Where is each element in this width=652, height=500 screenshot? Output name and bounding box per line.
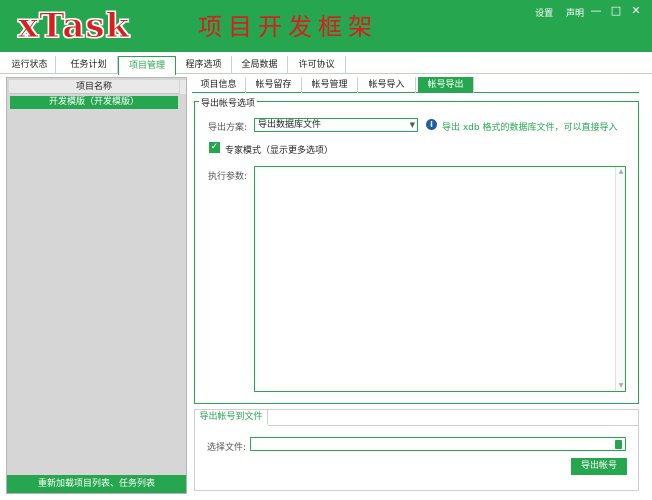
close-icon[interactable]: ✕ [628, 3, 644, 19]
scroll-up-icon[interactable]: ▲ [616, 167, 626, 177]
sub-tab-strip: 项目信息 帐号留存 帐号管理 帐号导入 帐号导出 [192, 77, 639, 93]
project-list-header: 项目名称 [9, 80, 179, 94]
scheme-label: 导出方案: [208, 123, 248, 133]
tab-export-to-file[interactable]: 导出帐号到文件 [195, 410, 268, 425]
main-tab-strip: 运行状态 任务计划 项目管理 程序选项 全局数据 许可协议 [0, 56, 652, 75]
group-title: 导出帐号选项 [199, 96, 258, 109]
scheme-hint: 导出 xdb 格式的数据库文件，可以直接导入 [442, 123, 618, 133]
info-icon: i [426, 119, 437, 130]
chevron-down-icon: ▼ [409, 121, 415, 129]
maximize-icon[interactable]: □ [608, 3, 624, 19]
file-label: 选择文件: [207, 443, 247, 453]
params-label: 执行参数: [208, 172, 248, 182]
export-accounts-button[interactable]: 导出帐号 [571, 458, 627, 475]
textarea-scrollbar[interactable]: ▲ ▼ [615, 167, 625, 391]
tab-account-export[interactable]: 帐号导出 [418, 77, 474, 93]
title-links: 设置 声明 [525, 6, 584, 19]
tab-account-management[interactable]: 帐号管理 [302, 77, 358, 93]
tab-account-retention[interactable]: 帐号留存 [246, 77, 302, 93]
app-subtitle: 项目开发框架 [198, 13, 378, 41]
tab-license[interactable]: 许可协议 [288, 56, 346, 74]
tab-run-status[interactable]: 运行状态 [4, 56, 56, 74]
file-browse-icon[interactable] [615, 440, 622, 449]
tab-task-plan[interactable]: 任务计划 [60, 56, 118, 74]
expert-mode-label: 专家模式（显示更多选项） [225, 146, 334, 156]
settings-link[interactable]: 设置 [535, 9, 553, 19]
export-scheme-select[interactable]: 导出数据库文件 ▼ [254, 118, 418, 132]
project-list-panel: 项目名称 开发模版（开发模版） 重新加载项目列表、任务列表 [6, 77, 187, 494]
export-scheme-value: 导出数据库文件 [258, 120, 322, 130]
minimize-icon[interactable]: — [588, 3, 604, 19]
tab-program-options[interactable]: 程序选项 [176, 56, 232, 74]
divider [268, 425, 638, 426]
list-item[interactable]: 开发模版（开发模版） [10, 96, 178, 109]
list-scrollbar[interactable] [180, 80, 186, 94]
app-logo: xTask [17, 6, 131, 46]
title-bar: xTask 项目开发框架 设置 声明 — □ ✕ [0, 0, 652, 52]
statement-link[interactable]: 声明 [566, 9, 584, 19]
tab-project-management[interactable]: 项目管理 [118, 56, 176, 75]
tab-global-data[interactable]: 全局数据 [232, 56, 288, 74]
expert-mode-checkbox[interactable]: ✓ [209, 142, 220, 153]
params-textarea[interactable]: ▲ ▼ [254, 166, 626, 392]
reload-projects-button[interactable]: 重新加载项目列表、任务列表 [7, 475, 186, 493]
scroll-down-icon[interactable]: ▼ [616, 381, 626, 391]
tab-account-import[interactable]: 帐号导入 [358, 77, 416, 93]
tab-project-info[interactable]: 项目信息 [192, 77, 246, 93]
file-path-input[interactable] [250, 437, 626, 451]
